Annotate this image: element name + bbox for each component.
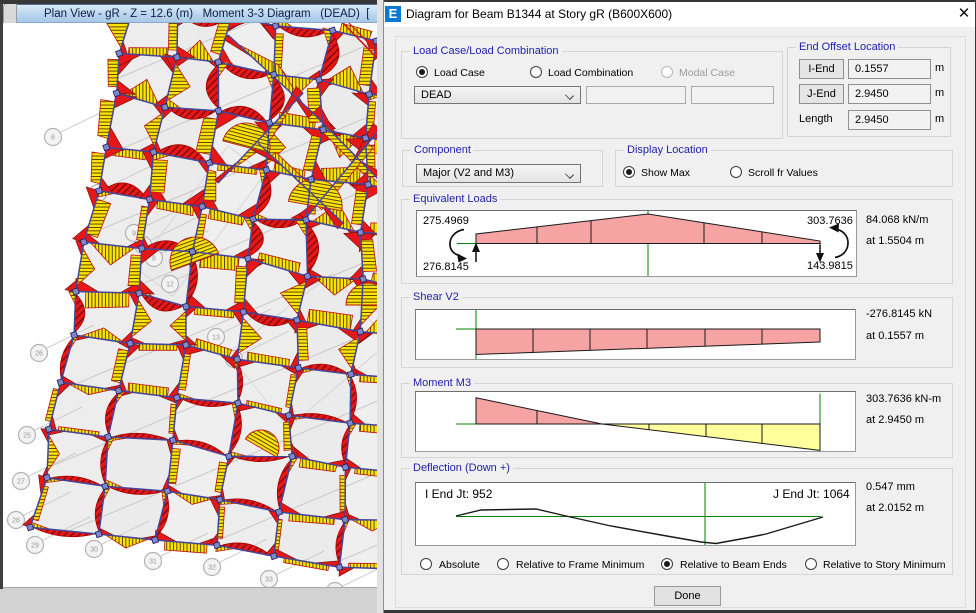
- svg-text:8: 8: [152, 256, 156, 263]
- svg-text:13: 13: [212, 335, 220, 342]
- svg-text:32: 32: [208, 565, 216, 572]
- svg-text:12: 12: [166, 282, 174, 289]
- svg-text:26: 26: [35, 351, 43, 358]
- svg-text:27: 27: [17, 479, 25, 486]
- svg-text:25: 25: [23, 433, 31, 440]
- svg-text:30: 30: [90, 547, 98, 554]
- svg-text:6: 6: [51, 135, 55, 142]
- svg-text:31: 31: [149, 559, 157, 566]
- svg-text:33: 33: [265, 577, 273, 584]
- svg-text:29: 29: [31, 543, 39, 550]
- svg-text:28: 28: [12, 518, 20, 525]
- svg-text:9: 9: [132, 231, 136, 238]
